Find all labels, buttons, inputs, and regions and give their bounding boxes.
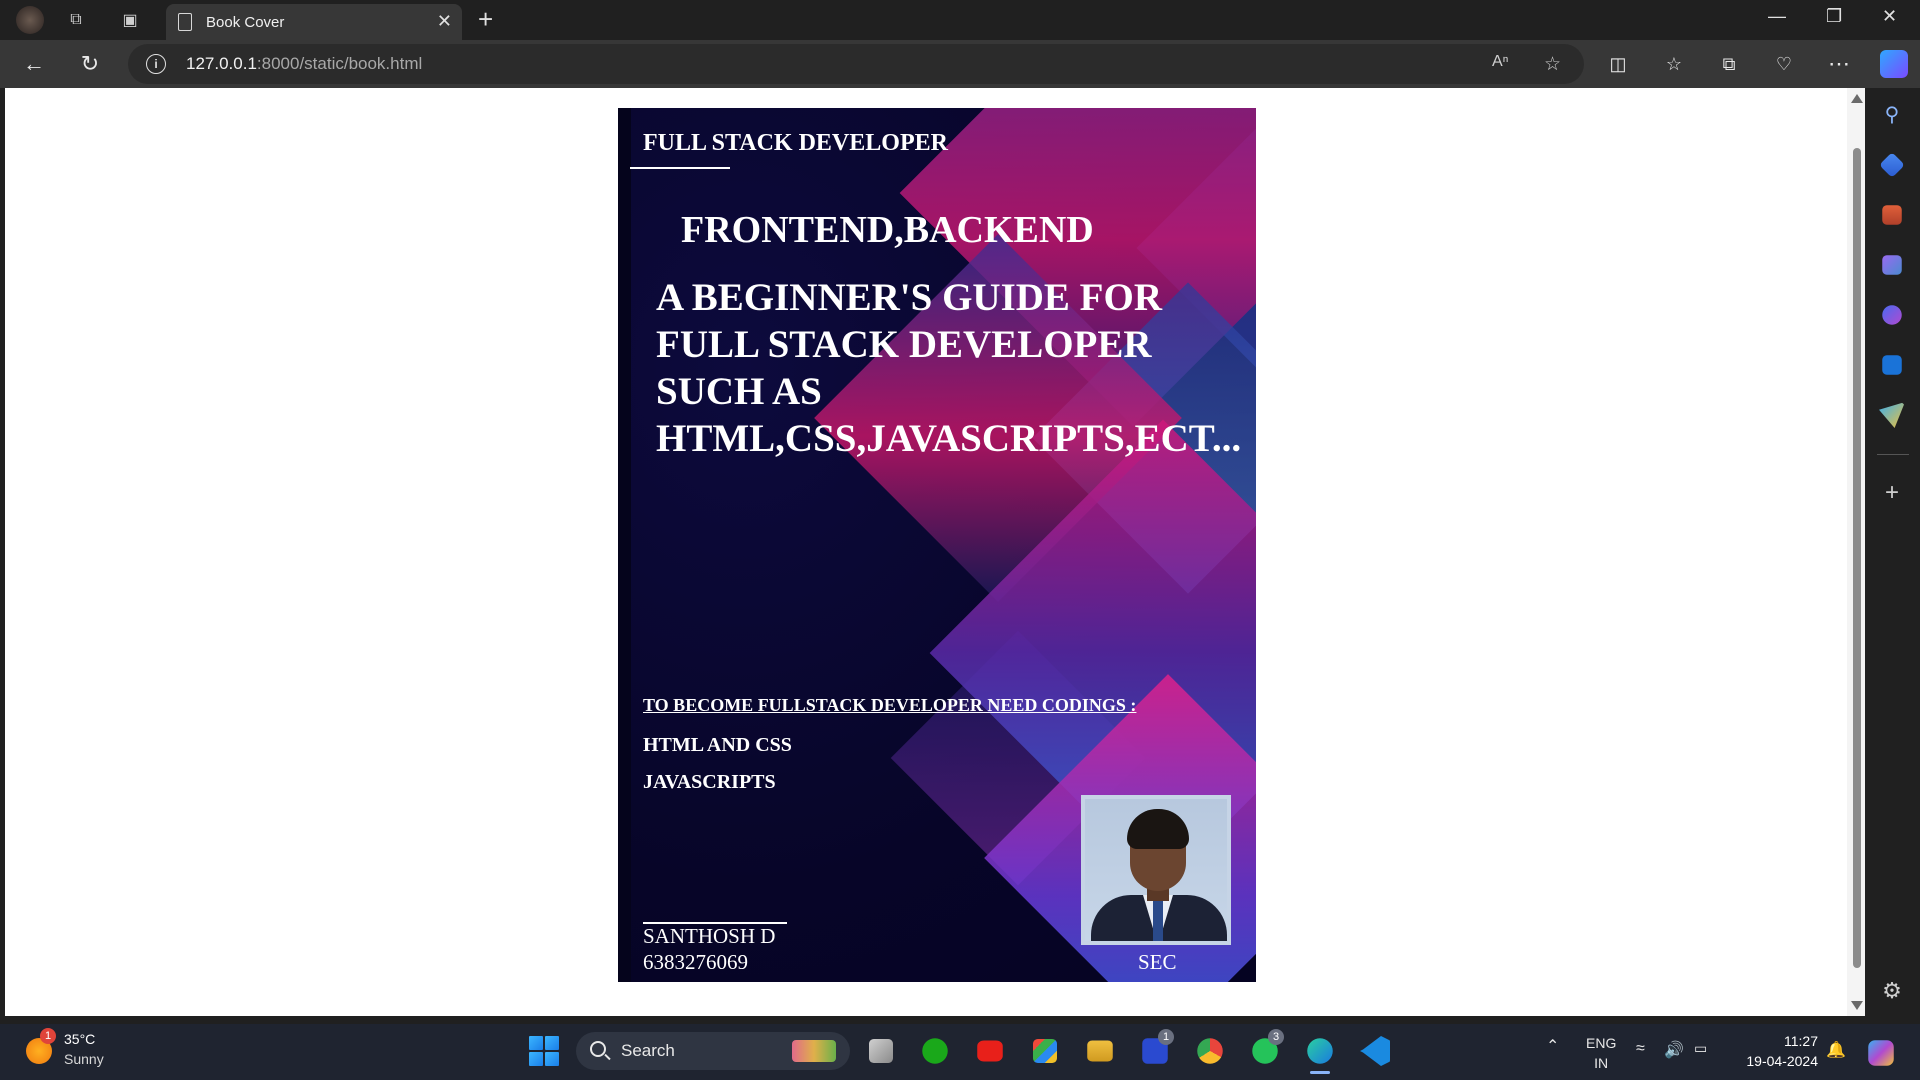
file-explorer-icon[interactable] [1087,1040,1113,1062]
need-codings-text: TO BECOME FULLSTACK DEVELOPER NEED CODIN… [643,695,1137,715]
search-label: Search [621,1041,675,1060]
volume-icon[interactable]: 🔊 [1664,1040,1684,1060]
weather-badge: 1 [40,1028,56,1044]
institution-label: SEC [1138,950,1177,974]
profile-avatar[interactable] [16,6,44,34]
skill-item: JAVASCRIPTS [643,771,776,793]
notification-bell-icon[interactable]: 🔔 [1826,1040,1846,1060]
task-view-icon[interactable] [869,1039,893,1063]
scroll-up-arrow[interactable] [1851,94,1863,103]
page-viewport: FULL STACK DEVELOPER FRONTEND,BACKEND A … [5,88,1847,1016]
start-windows-icon[interactable] [529,1036,559,1066]
split-screen-icon[interactable]: ◫ [1604,50,1632,78]
author-name: SANTHOSH D [643,924,776,948]
scroll-thumb[interactable] [1853,148,1861,968]
title-line: SUCH AS [656,370,822,413]
title-line: A BEGINNER'S GUIDE FOR [656,276,1163,319]
more-options-icon[interactable]: ⋯ [1825,50,1853,78]
taskbar-search[interactable]: Search [576,1032,850,1070]
cover-subtitle: FRONTEND,BACKEND [681,209,1094,251]
workspaces-icon[interactable]: ⧉ [64,8,88,32]
l-app-badge: 1 [1158,1029,1174,1045]
lang-code: ENG [1586,1035,1617,1051]
document-icon [178,13,192,31]
cover-heading: FULL STACK DEVELOPER [643,130,948,156]
title-bar: ⧉ ▣ Book Cover ✕ + — ❐ ✕ [0,0,1920,40]
system-clock[interactable]: 11:27 19-04-2024 [1746,1031,1818,1071]
search-highlight-icon [792,1040,836,1062]
outlook-icon[interactable] [1882,355,1902,375]
navigation-bar: ← ↻ i 127.0.0.1:8000/static/book.html Aⁿ… [0,40,1920,88]
weather-temperature[interactable]: 35°C [64,1031,95,1047]
address-bar[interactable]: i 127.0.0.1:8000/static/book.html Aⁿ ☆ [128,44,1584,84]
settings-gear-icon[interactable]: ⚙ [1879,978,1905,1004]
tab-book-cover[interactable]: Book Cover ✕ [166,4,462,40]
copilot-icon[interactable] [1880,50,1908,78]
show-hidden-icons-chevron-icon[interactable]: ⌃ [1546,1036,1559,1056]
copilot-sidebar-icon[interactable] [1882,305,1902,325]
back-icon[interactable]: ← [20,50,48,78]
favorite-star-icon[interactable]: ☆ [1544,53,1561,76]
add-icon[interactable]: + [1879,480,1905,506]
taskbar [0,1024,1920,1080]
refresh-icon[interactable]: ↻ [76,50,104,78]
scroll-down-arrow[interactable] [1851,1001,1863,1010]
copilot-taskbar-icon[interactable] [1868,1040,1894,1066]
drop-icon[interactable] [1879,402,1905,428]
edge-icon[interactable] [1307,1038,1333,1064]
vertical-scrollbar[interactable] [1847,88,1865,1016]
skill-item: HTML AND CSS [643,734,792,756]
cover-title: A BEGINNER'S GUIDE FOR FULL STACK DEVELO… [656,274,1256,462]
window-close-icon[interactable]: ✕ [1882,6,1897,27]
author-photo [1081,795,1231,945]
collections-icon[interactable]: ⧉ [1715,50,1743,78]
read-aloud-icon[interactable]: Aⁿ [1492,53,1509,71]
restore-icon[interactable]: ❐ [1826,6,1842,27]
heading-underline [630,167,730,169]
clock-time: 11:27 [1784,1033,1818,1049]
region-code: IN [1594,1055,1609,1071]
vertical-tabs-icon[interactable]: ▣ [118,8,142,32]
youtube-icon[interactable] [977,1040,1003,1062]
author-phone: 6383276069 [643,950,748,974]
battery-icon[interactable]: ▭ [1694,1040,1707,1057]
search-magnifier-icon [590,1041,606,1057]
sidebar-divider [1877,454,1909,455]
site-info-icon[interactable]: i [146,54,166,74]
close-tab-icon[interactable]: ✕ [437,11,452,32]
title-line: FULL STACK DEVELOPER [656,323,1152,366]
chrome-icon[interactable] [1197,1038,1223,1064]
active-app-indicator [1310,1071,1330,1074]
book-cover: FULL STACK DEVELOPER FRONTEND,BACKEND A … [618,108,1256,982]
clock-date: 19-04-2024 [1746,1053,1818,1069]
favorites-icon[interactable]: ☆ [1660,50,1688,78]
wifi-icon[interactable]: ≈ [1636,1040,1645,1058]
cover-spine [618,108,631,982]
browser-essentials-icon[interactable]: ♡ [1770,50,1798,78]
edge-sidebar: ⚲ + ⚙ [1865,88,1920,1016]
shopping-tag-icon[interactable] [1879,152,1905,178]
weather-condition[interactable]: Sunny [64,1051,104,1067]
search-icon[interactable]: ⚲ [1879,102,1905,128]
tab-title: Book Cover [206,13,285,31]
tools-icon[interactable] [1882,205,1902,225]
new-tab-button[interactable]: + [478,6,493,32]
games-icon[interactable] [1882,255,1902,275]
microsoft-store-icon[interactable] [1033,1039,1057,1063]
url-text: 127.0.0.1:8000/static/book.html [186,54,423,73]
minimize-icon[interactable]: — [1768,6,1786,27]
whatsapp-badge: 3 [1268,1029,1284,1045]
xbox-icon[interactable] [922,1038,948,1064]
language-indicator[interactable]: ENG IN [1586,1033,1616,1073]
title-line: HTML,CSS,JAVASCRIPTS,ECT... [656,417,1242,460]
